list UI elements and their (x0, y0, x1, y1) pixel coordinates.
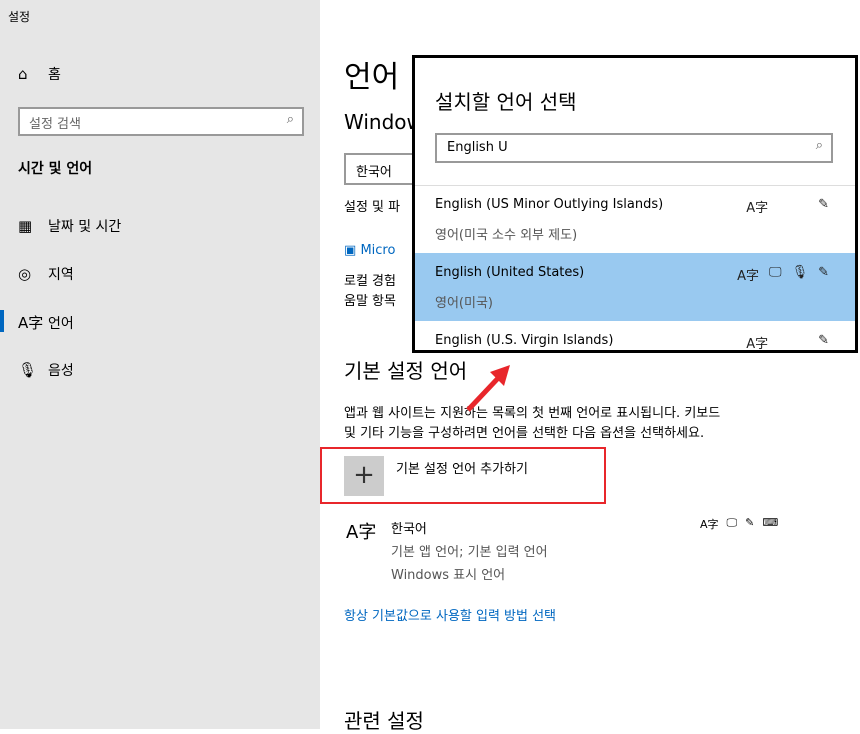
sidebar-item-datetime[interactable]: ▦ 날짜 및 시간 (18, 216, 121, 236)
language-features: A字 🖵 ✎ ⌨ (700, 516, 778, 532)
speech-icon: 🖵 (769, 265, 782, 280)
keyboard-icon: ⌨ (762, 516, 779, 529)
sidebar-item-speech[interactable]: 🎙 음성 (18, 360, 74, 380)
language-option[interactable]: English (U.S. Virgin Islands) A字 ✎ (415, 321, 855, 352)
handwriting-icon: ✎ (818, 265, 829, 280)
section-title: 시간 및 언어 (18, 161, 93, 177)
sidebar-home[interactable]: ⌂ 홈 (18, 64, 61, 84)
sidebar-item-language[interactable]: A字 언어 (18, 312, 74, 333)
text-icon: A字 (746, 337, 769, 352)
language-icon: A字 (18, 314, 44, 332)
language-detail: Windows 표시 언어 (391, 568, 506, 583)
store-icon: ▣ (344, 243, 357, 258)
sidebar: 설정 ⌂ 홈 설정 검색 ⌕ 시간 및 언어 ▦ 날짜 및 시간 ◎ 지역 A字 언어 🎙… (0, 0, 320, 729)
language-icon: A字 (346, 522, 377, 543)
item-label: 언어 (48, 315, 74, 332)
calendar-clock-icon: ▦ (18, 217, 33, 235)
search-icon: ⌕ (815, 138, 823, 153)
option-sub: 영어(미국 소수 외부 제도) (435, 228, 578, 243)
handwriting-icon: ✎ (818, 333, 829, 348)
dialog-title: 설치할 언어 선택 (435, 90, 577, 114)
text-icon: A字 (700, 518, 719, 531)
home-icon: ⌂ (18, 65, 28, 83)
language-picker-dialog: 설치할 언어 선택 English U ⌕ English (US Minor O… (412, 55, 858, 353)
language-option-selected[interactable]: English (United States) 영어(미국) A字 🖵 🎙 ✎ (415, 253, 855, 321)
store-link-label: Micro (360, 243, 396, 258)
pref-desc: 앱과 웹 사이트는 지원하는 목록의 첫 번째 언어로 표시됩니다. 키보드 (344, 406, 721, 421)
red-arrow (466, 365, 510, 412)
globe-region-icon: ◎ (18, 265, 32, 283)
store-link[interactable]: ▣ Micro (344, 243, 395, 258)
text-icon: A字 (737, 269, 760, 284)
add-language-button[interactable]: + 기본 설정 언어 추가하기 (344, 456, 528, 496)
microphone-icon: 🎙 (791, 265, 809, 280)
settings-text: 설정 및 파 (344, 200, 401, 215)
language-option[interactable]: English (US Minor Outlying Islands) 영어(미국… (415, 185, 855, 253)
speech-icon: 🖵 (726, 516, 738, 529)
handwriting-icon: ✎ (745, 516, 755, 529)
local-text: 로컬 경험 (344, 274, 396, 289)
search-value: English U (447, 140, 508, 155)
text-icon: A字 (746, 201, 769, 216)
sidebar-item-region[interactable]: ◎ 지역 (18, 264, 74, 284)
input-method-link[interactable]: 항상 기본값으로 사용할 입력 방법 선택 (344, 605, 556, 624)
plus-icon: + (344, 456, 384, 496)
language-search-input[interactable]: English U ⌕ (435, 133, 833, 163)
language-detail: 기본 앱 언어; 기본 입력 언어 (391, 545, 548, 560)
handwriting-icon: ✎ (818, 197, 829, 212)
item-label: 지역 (48, 267, 74, 283)
microphone-icon: 🎙 (18, 361, 38, 379)
page-title: 언어 (344, 60, 400, 95)
option-sub: 영어(미국) (435, 296, 493, 311)
add-language-label: 기본 설정 언어 추가하기 (396, 462, 528, 477)
preferred-heading: 기본 설정 언어 (344, 359, 468, 383)
search-placeholder: 설정 검색 (29, 117, 81, 132)
item-label: 날짜 및 시간 (48, 219, 122, 235)
item-label: 음성 (48, 363, 74, 379)
search-icon: ⌕ (286, 112, 294, 127)
home-label: 홈 (48, 67, 61, 83)
window-title: 설정 (8, 10, 31, 24)
local-text: 움말 항목 (344, 294, 396, 309)
active-indicator (0, 310, 4, 332)
related-settings-heading: 관련 설정 (344, 709, 424, 733)
search-input[interactable]: 설정 검색 ⌕ (18, 107, 304, 136)
language-name: 한국어 (391, 522, 427, 537)
pref-desc: 및 기타 기능을 구성하려면 언어를 선택한 다음 옵션을 선택하세요. (344, 426, 705, 441)
language-item[interactable]: 한국어 기본 앱 언어; 기본 입력 언어 Windows 표시 언어 (391, 518, 548, 583)
